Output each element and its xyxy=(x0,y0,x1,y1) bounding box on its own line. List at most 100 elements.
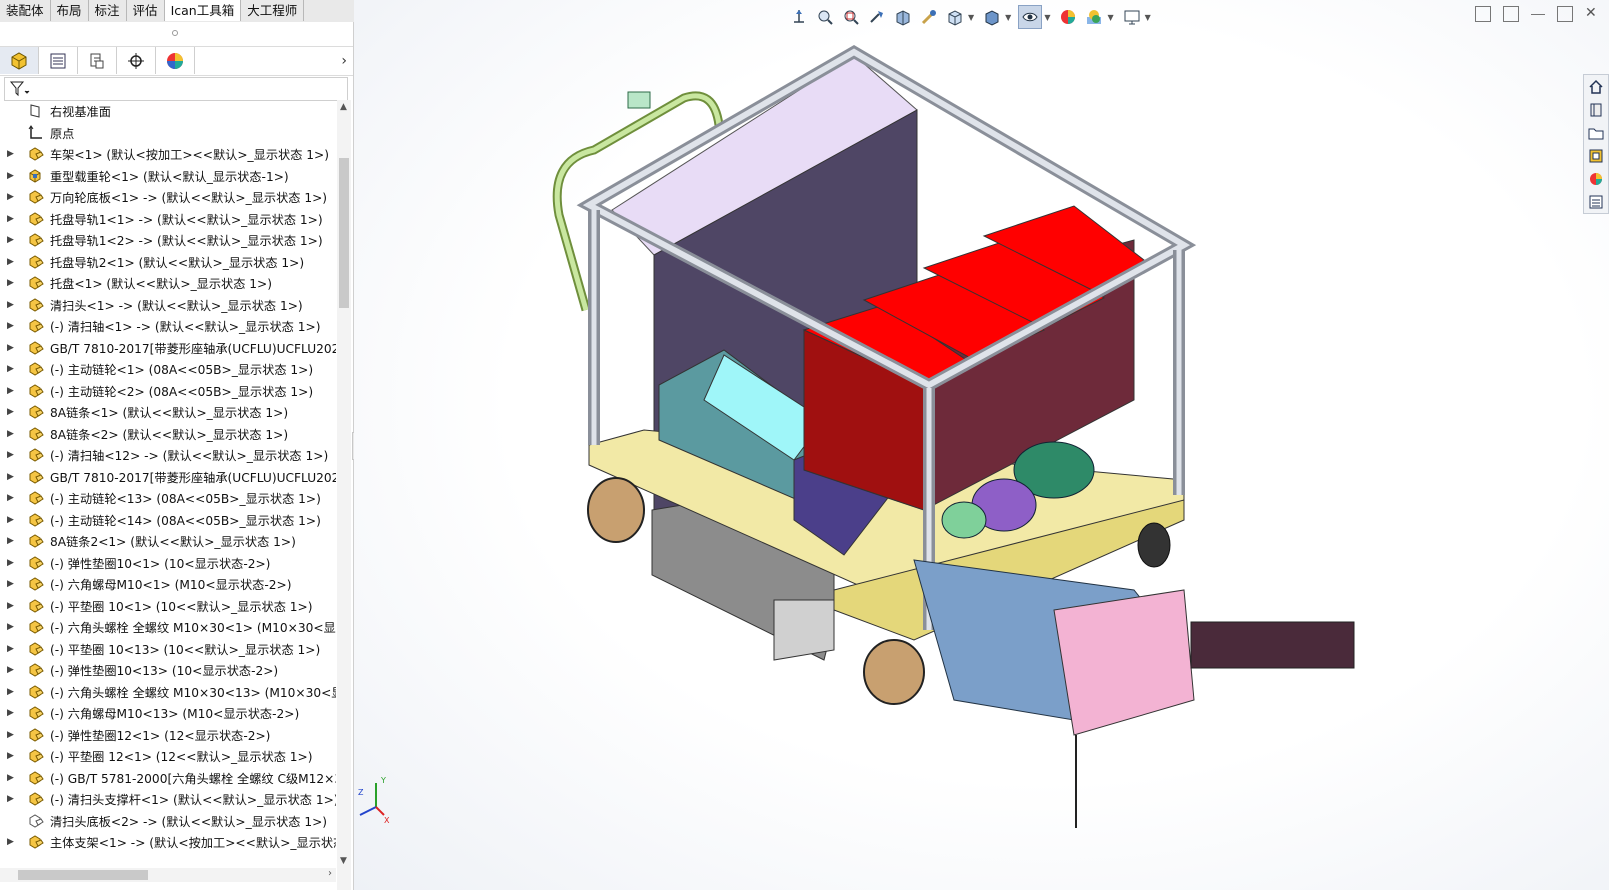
expand-arrow-icon[interactable]: ▶ xyxy=(7,214,14,224)
expand-arrow-icon[interactable]: ▶ xyxy=(7,794,14,804)
feature-manager-icon[interactable] xyxy=(0,47,39,74)
expand-arrow-icon[interactable]: ▶ xyxy=(7,665,14,675)
tree-node[interactable]: ▶ GB/T 7810-2017[带菱形座轴承(UCFLU)UCFLU202]< xyxy=(0,337,336,359)
tree-node[interactable]: ▶ 8A链条<1> (默认<<默认>_显示状态 1>) xyxy=(0,401,336,423)
expand-arrow-icon[interactable]: ▶ xyxy=(7,364,14,374)
tree-node[interactable]: ▶ (-) 六角头螺栓 全螺纹 M10×30<1> (M10×30<显示 xyxy=(0,616,336,638)
tree-node[interactable]: ▶ 车架<1> (默认<按加工><<默认>_显示状态 1>) xyxy=(0,143,336,165)
tree-node[interactable]: ▶ (-) 平垫圈 10<13> (10<<默认>_显示状态 1>) xyxy=(0,638,336,660)
expand-arrow-icon[interactable]: ▶ xyxy=(7,429,14,439)
tree-node[interactable]: ▶ (-) 弹性垫圈12<1> (12<显示状态-2>) xyxy=(0,724,336,746)
tree-node[interactable]: ▶ 8A链条2<1> (默认<<默认>_显示状态 1>) xyxy=(0,530,336,552)
tree-node[interactable]: 清扫头底板<2> -> (默认<<默认>_显示状态 1>) xyxy=(0,810,336,832)
dimxpert-icon[interactable] xyxy=(117,47,156,74)
expand-arrow-icon[interactable]: ▶ xyxy=(7,515,14,525)
home-icon[interactable] xyxy=(1584,75,1608,98)
file-explorer-icon[interactable] xyxy=(1584,121,1608,144)
expand-arrow-icon[interactable]: ▶ xyxy=(7,837,14,847)
tree-node[interactable]: ▶ (-) 弹性垫圈10<13> (10<显示状态-2>) xyxy=(0,659,336,681)
tree-node[interactable]: ▶ (-) 主动链轮<13> (08A<<05B>_显示状态 1>) xyxy=(0,487,336,509)
panel-tabs-more-icon[interactable]: › xyxy=(341,53,347,69)
expand-arrow-icon[interactable]: ▶ xyxy=(7,558,14,568)
expand-arrow-icon[interactable]: ▶ xyxy=(7,536,14,546)
view-palette-icon[interactable] xyxy=(1584,144,1608,167)
property-manager-icon[interactable] xyxy=(39,47,78,74)
scroll-down-icon[interactable]: ▼ xyxy=(340,856,347,866)
tree-horizontal-scrollbar[interactable]: › xyxy=(0,868,336,882)
tree-node[interactable]: ▶ 托盘导轨1<1> -> (默认<<默认>_显示状态 1>) xyxy=(0,208,336,230)
expand-arrow-icon[interactable]: ▶ xyxy=(7,644,14,654)
expand-arrow-icon[interactable]: ▶ xyxy=(7,235,14,245)
expand-arrow-icon[interactable]: ▶ xyxy=(7,472,14,482)
scroll-right-icon[interactable]: › xyxy=(328,868,332,879)
expand-arrow-icon[interactable]: ▶ xyxy=(7,407,14,417)
tree-node[interactable]: 原点 xyxy=(0,122,336,144)
expand-arrow-icon[interactable]: ▶ xyxy=(7,343,14,353)
tree-node[interactable]: ▶ (-) 弹性垫圈10<1> (10<显示状态-2>) xyxy=(0,552,336,574)
expand-arrow-icon[interactable]: ▶ xyxy=(7,257,14,267)
tab-2[interactable]: 标注 xyxy=(89,0,127,21)
tree-node[interactable]: ▶ (-) 主动链轮<14> (08A<<05B>_显示状态 1>) xyxy=(0,509,336,531)
tree-node[interactable]: ▶ (-) 平垫圈 10<1> (10<<默认>_显示状态 1>) xyxy=(0,595,336,617)
tree-node[interactable]: ▶ (-) 清扫轴<1> -> (默认<<默认>_显示状态 1>) xyxy=(0,315,336,337)
tab-4[interactable]: Ican工具箱 xyxy=(164,0,242,21)
tree-node[interactable]: ▶ (-) 清扫头支撑杆<1> (默认<<默认>_显示状态 1>) xyxy=(0,788,336,810)
expand-arrow-icon[interactable]: ▶ xyxy=(7,773,14,783)
tab-1[interactable]: 布局 xyxy=(51,0,89,21)
configuration-manager-icon[interactable] xyxy=(78,47,117,74)
filter-icon[interactable] xyxy=(9,80,31,98)
expand-arrow-icon[interactable]: ▶ xyxy=(7,493,14,503)
tree-node[interactable]: ▶ 清扫头<1> -> (默认<<默认>_显示状态 1>) xyxy=(0,294,336,316)
tree-node[interactable]: ▶ (-) 平垫圈 12<1> (12<<默认>_显示状态 1>) xyxy=(0,745,336,767)
expand-arrow-icon[interactable]: ▶ xyxy=(7,751,14,761)
panel-splitter-handle[interactable] xyxy=(172,30,178,36)
tree-node[interactable]: ▶ (-) GB/T 5781-2000[六角头螺栓 全螺纹 C级M12×3 xyxy=(0,767,336,789)
tree-node[interactable]: ▶ 托盘<1> (默认<<默认>_显示状态 1>) xyxy=(0,272,336,294)
tree-node[interactable]: ▶ 重型载重轮<1> (默认<默认_显示状态-1>) xyxy=(0,165,336,187)
expand-arrow-icon[interactable]: ▶ xyxy=(7,386,14,396)
sweeper-cover-plate xyxy=(1190,621,1355,669)
tree-node[interactable]: 右视基准面 xyxy=(0,100,336,122)
expand-arrow-icon[interactable]: ▶ xyxy=(7,579,14,589)
tab-0[interactable]: 装配体 xyxy=(0,0,51,21)
tree-node[interactable]: ▶ 主体支架<1> -> (默认<按加工><<默认>_显示状态 xyxy=(0,831,336,853)
tab-3[interactable]: 评估 xyxy=(127,0,165,21)
tree-node[interactable]: ▶ 托盘导轨2<1> (默认<<默认>_显示状态 1>) xyxy=(0,251,336,273)
tree-node[interactable]: ▶ (-) 六角螺母M10<1> (M10<显示状态-2>) xyxy=(0,573,336,595)
expand-arrow-icon[interactable]: ▶ xyxy=(7,300,14,310)
tree-node[interactable]: ▶ GB/T 7810-2017[带菱形座轴承(UCFLU)UCFLU202]< xyxy=(0,466,336,488)
cart-assembly-model[interactable] xyxy=(354,0,1609,890)
tree-node[interactable]: ▶ (-) 清扫轴<12> -> (默认<<默认>_显示状态 1>) xyxy=(0,444,336,466)
tree-node[interactable]: ▶ (-) 六角螺母M10<13> (M10<显示状态-2>) xyxy=(0,702,336,724)
display-manager-icon[interactable] xyxy=(156,47,195,74)
expand-arrow-icon[interactable]: ▶ xyxy=(7,321,14,331)
tree-node[interactable]: ▶ 8A链条<2> (默认<<默认>_显示状态 1>) xyxy=(0,423,336,445)
expand-arrow-icon[interactable]: ▶ xyxy=(7,192,14,202)
expand-arrow-icon[interactable]: ▶ xyxy=(7,708,14,718)
expand-arrow-icon[interactable]: ▶ xyxy=(7,601,14,611)
assembly-icon xyxy=(27,361,44,377)
expand-arrow-icon[interactable]: ▶ xyxy=(7,171,14,181)
expand-arrow-icon[interactable]: ▶ xyxy=(7,687,14,697)
tree-node[interactable]: ▶ (-) 主动链轮<2> (08A<<05B>_显示状态 1>) xyxy=(0,380,336,402)
design-library-icon[interactable] xyxy=(1584,98,1608,121)
expand-arrow-icon[interactable]: ▶ xyxy=(7,450,14,460)
graphics-area[interactable]: ▼ ▼ ▼ ▼ ▼ ✕ Y Z X xyxy=(354,0,1609,890)
tree-filter-field[interactable] xyxy=(4,77,348,101)
tree-node[interactable]: ▶ (-) 六角头螺栓 全螺纹 M10×30<13> (M10×30<显示 xyxy=(0,681,336,703)
expand-arrow-icon[interactable]: ▶ xyxy=(7,622,14,632)
scrollbar-thumb[interactable] xyxy=(18,870,148,880)
expand-arrow-icon[interactable]: ▶ xyxy=(7,278,14,288)
expand-arrow-icon[interactable]: ▶ xyxy=(7,730,14,740)
tab-5[interactable]: 大工程师 xyxy=(241,0,305,21)
scroll-up-icon[interactable]: ▲ xyxy=(340,102,347,112)
appearances-icon[interactable] xyxy=(1584,167,1608,190)
custom-properties-icon[interactable] xyxy=(1584,190,1608,213)
expand-arrow-icon[interactable]: ▶ xyxy=(7,149,14,159)
tree-vertical-scrollbar[interactable]: ▲ ▼ xyxy=(337,100,351,890)
tree-node[interactable]: ▶ (-) 主动链轮<1> (08A<<05B>_显示状态 1>) xyxy=(0,358,336,380)
tree-node[interactable]: ▶ 万向轮底板<1> -> (默认<<默认>_显示状态 1>) xyxy=(0,186,336,208)
tree-node-label: 8A链条2<1> (默认<<默认>_显示状态 1>) xyxy=(50,535,296,549)
tree-node[interactable]: ▶ 托盘导轨1<2> -> (默认<<默认>_显示状态 1>) xyxy=(0,229,336,251)
scrollbar-thumb[interactable] xyxy=(339,158,349,308)
